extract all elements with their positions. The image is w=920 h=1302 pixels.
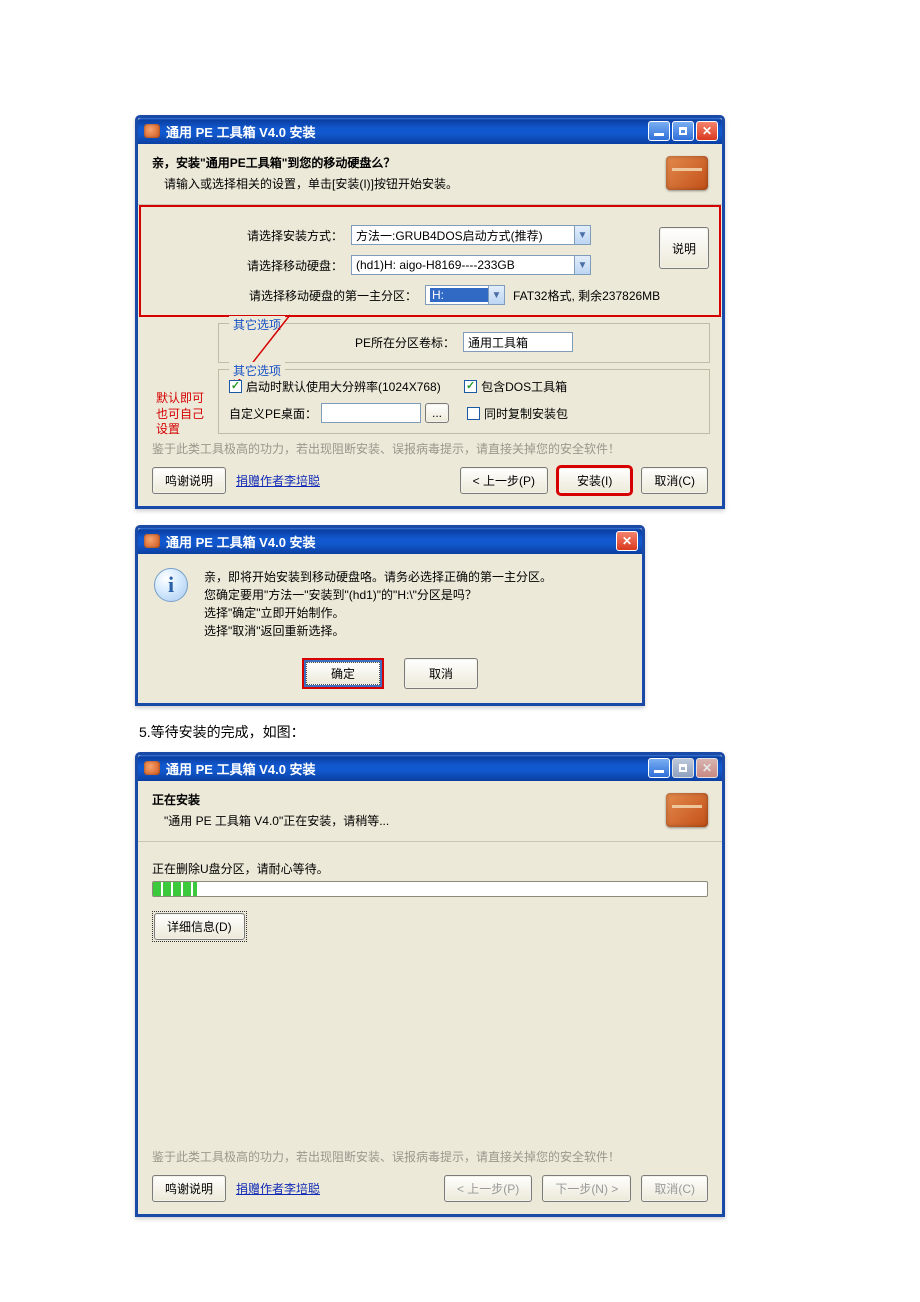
wizard-header: 亲，安装"通用PE工具箱"到您的移动硬盘么？ 请输入或选择相关的设置，单击[安装…: [138, 144, 722, 205]
cancel-button[interactable]: 取消: [404, 658, 478, 689]
progress-title: 正在安装: [152, 791, 666, 808]
titlebar[interactable]: 通用 PE 工具箱 V4.0 安装 ✕: [138, 755, 722, 781]
partition-combo[interactable]: H: ▼: [425, 285, 505, 305]
security-warning-text: 鉴于此类工具极高的功力，若出现阻断安装、误报病毒提示，请直接关掉您的安全软件！: [152, 1148, 708, 1165]
close-button[interactable]: ✕: [616, 531, 638, 551]
minimize-button[interactable]: [648, 121, 670, 141]
cancel-button[interactable]: 取消(C): [641, 467, 708, 494]
check-icon: [467, 407, 480, 420]
app-icon: [144, 124, 160, 138]
window-title: 通用 PE 工具箱 V4.0 安装: [166, 532, 316, 551]
next-button-disabled: 下一步(N) >: [542, 1175, 631, 1202]
donate-link[interactable]: 捐赠作者李培聪: [236, 472, 320, 489]
previous-button[interactable]: < 上一步(P): [460, 467, 548, 494]
install-method-combo[interactable]: 方法一:GRUB4DOS启动方式(推荐) ▼: [351, 225, 591, 245]
toolbox-icon: [666, 793, 708, 827]
window-title: 通用 PE 工具箱 V4.0 安装: [166, 122, 316, 141]
dos-checkbox-label: 包含DOS工具箱: [481, 378, 567, 395]
progress-status-text: 正在删除U盘分区，请耐心等待。: [152, 842, 708, 877]
toolbox-icon: [666, 156, 708, 190]
disk-value: (hd1)H: aigo-H8169----233GB: [356, 258, 574, 272]
volume-label-input[interactable]: [463, 332, 573, 352]
maximize-button: [672, 758, 694, 778]
confirm-dialog-window: 通用 PE 工具箱 V4.0 安装 ✕ i 亲，即将开始安装到移动硬盘咯。请务必…: [135, 525, 645, 706]
progress-fill: [153, 882, 197, 896]
info-icon: i: [154, 568, 188, 602]
partition-info: FAT32格式, 剩余237826MB: [513, 287, 660, 304]
volume-label-text: PE所在分区卷标：: [355, 334, 455, 351]
titlebar[interactable]: 通用 PE 工具箱 V4.0 安装 ✕: [138, 118, 722, 144]
annotation-text: 默认即可 也可自己 设置: [156, 391, 204, 438]
security-warning-text: 鉴于此类工具极高的功力，若出现阻断安装、误报病毒提示，请直接关掉您的安全软件！: [152, 440, 708, 457]
check-icon: ✓: [464, 380, 477, 393]
app-icon: [144, 761, 160, 775]
highlighted-settings-area: 请选择安装方式： 方法一:GRUB4DOS启动方式(推荐) ▼ 请选择移动硬盘：…: [139, 205, 721, 317]
chevron-down-icon: ▼: [488, 286, 504, 304]
install-button[interactable]: 安装(I): [558, 467, 631, 494]
explain-button[interactable]: 说明: [659, 227, 709, 269]
header-title: 亲，安装"通用PE工具箱"到您的移动硬盘么？: [152, 154, 666, 171]
copy-package-checkbox[interactable]: 同时复制安装包: [467, 405, 568, 422]
install-wizard-window: 通用 PE 工具箱 V4.0 安装 ✕ 亲，安装"通用PE工具箱"到您的移动硬盘…: [135, 115, 725, 509]
msg-line: 选择"确定"立即开始制作。: [204, 604, 552, 622]
ok-button[interactable]: 确定: [306, 662, 380, 685]
install-method-value: 方法一:GRUB4DOS启动方式(推荐): [356, 227, 574, 244]
msg-line: 亲，即将开始安装到移动硬盘咯。请务必选择正确的第一主分区。: [204, 568, 552, 586]
install-method-label: 请选择安装方式：: [151, 227, 351, 244]
chevron-down-icon: ▼: [574, 226, 590, 244]
resolution-checkbox-label: 启动时默认使用大分辨率(1024X768): [246, 378, 441, 395]
thanks-button[interactable]: 鸣谢说明: [152, 467, 226, 494]
wizard-footer: 鸣谢说明 捐赠作者李培聪 < 上一步(P) 安装(I) 取消(C): [138, 463, 722, 506]
step-caption: 5.等待安装的完成，如图：: [139, 722, 920, 742]
other-options-group-1: 其它选项 PE所在分区卷标：: [218, 323, 710, 363]
check-icon: ✓: [229, 380, 242, 393]
msg-line: 您确定要用"方法一"安装到"(hd1)"的"H:\"分区是吗？: [204, 586, 552, 604]
details-button[interactable]: 详细信息(D): [154, 913, 245, 940]
header-subtitle: 请输入或选择相关的设置，单击[安装(I)]按钮开始安装。: [152, 175, 666, 192]
thanks-button[interactable]: 鸣谢说明: [152, 1175, 226, 1202]
copy-package-checkbox-label: 同时复制安装包: [484, 405, 568, 422]
chevron-down-icon: ▼: [574, 256, 590, 274]
disk-combo[interactable]: (hd1)H: aigo-H8169----233GB ▼: [351, 255, 591, 275]
progress-bar: [152, 881, 708, 897]
msg-line: 选择"取消"返回重新选择。: [204, 622, 552, 640]
previous-button-disabled: < 上一步(P): [444, 1175, 532, 1202]
close-button[interactable]: ✕: [696, 121, 718, 141]
titlebar[interactable]: 通用 PE 工具箱 V4.0 安装 ✕: [138, 528, 642, 554]
desktop-label: 自定义PE桌面：: [229, 405, 317, 422]
disk-label: 请选择移动硬盘：: [151, 257, 351, 274]
progress-subtitle: "通用 PE 工具箱 V4.0"正在安装，请稍等...: [152, 812, 666, 829]
progress-window: 通用 PE 工具箱 V4.0 安装 ✕ 正在安装 "通用 PE 工具箱 V4.0…: [135, 752, 725, 1217]
partition-value: H:: [430, 288, 488, 302]
desktop-path-input[interactable]: [321, 403, 421, 423]
ok-highlight: 确定: [302, 658, 384, 689]
group-legend-1: 其它选项: [229, 316, 285, 333]
window-title: 通用 PE 工具箱 V4.0 安装: [166, 759, 316, 778]
group-legend-2: 其它选项: [229, 362, 285, 379]
donate-link[interactable]: 捐赠作者李培聪: [236, 1180, 320, 1197]
progress-footer: 鸣谢说明 捐赠作者李培聪 < 上一步(P) 下一步(N) > 取消(C): [138, 1171, 722, 1214]
dialog-message: 亲，即将开始安装到移动硬盘咯。请务必选择正确的第一主分区。 您确定要用"方法一"…: [204, 568, 552, 640]
partition-label: 请选择移动硬盘的第一主分区：: [151, 287, 425, 304]
close-button-disabled: ✕: [696, 758, 718, 778]
app-icon: [144, 534, 160, 548]
minimize-button[interactable]: [648, 758, 670, 778]
other-options-group-2: 其它选项 ✓ 启动时默认使用大分辨率(1024X768) ✓ 包含DOS工具箱 …: [218, 369, 710, 434]
dos-checkbox[interactable]: ✓ 包含DOS工具箱: [464, 378, 567, 395]
progress-header: 正在安装 "通用 PE 工具箱 V4.0"正在安装，请稍等...: [138, 781, 722, 842]
resolution-checkbox[interactable]: ✓ 启动时默认使用大分辨率(1024X768): [229, 378, 441, 395]
browse-button[interactable]: ...: [425, 403, 449, 423]
maximize-button[interactable]: [672, 121, 694, 141]
cancel-button-disabled: 取消(C): [641, 1175, 708, 1202]
